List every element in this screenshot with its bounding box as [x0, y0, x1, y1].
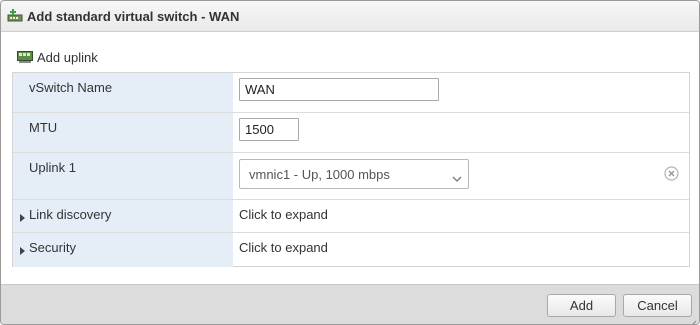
cancel-button[interactable]: Cancel	[623, 294, 692, 317]
add-uplink-label: Add uplink	[37, 49, 98, 65]
vswitch-name-input[interactable]	[239, 78, 439, 101]
vswitch-form: vSwitch Name MTU Uplink 1 vmnic1 - Up, 1…	[12, 72, 690, 267]
resize-grip-icon[interactable]	[689, 316, 697, 324]
row-uplink1: Uplink 1 vmnic1 - Up, 1000 mbps	[13, 153, 689, 200]
uplink1-select[interactable]: vmnic1 - Up, 1000 mbps	[239, 159, 469, 189]
link-discovery-expand[interactable]: Click to expand	[239, 207, 328, 222]
label-cell: Uplink 1	[13, 153, 233, 199]
label-cell: MTU	[13, 113, 233, 152]
clear-circle-icon[interactable]	[664, 166, 679, 181]
uplink1-label: Uplink 1	[29, 160, 76, 175]
mtu-input[interactable]	[239, 118, 299, 141]
security-expand[interactable]: Click to expand	[239, 240, 328, 255]
security-label: Security	[29, 240, 76, 255]
value-cell	[233, 113, 689, 152]
link-discovery-label: Link discovery	[29, 207, 112, 222]
caret-right-icon[interactable]	[20, 210, 26, 222]
row-security[interactable]: Security Click to expand	[13, 233, 689, 267]
add-button[interactable]: Add	[547, 294, 616, 317]
label-cell: vSwitch Name	[13, 73, 233, 112]
vswitch-add-icon	[7, 9, 23, 23]
uplink1-selected-value: vmnic1 - Up, 1000 mbps	[249, 167, 390, 182]
network-card-icon	[17, 50, 33, 64]
caret-right-icon[interactable]	[20, 243, 26, 255]
dialog-titlebar: Add standard virtual switch - WAN	[1, 1, 699, 32]
chevron-down-icon	[452, 171, 462, 182]
value-cell: Click to expand	[233, 233, 689, 267]
row-vswitch-name: vSwitch Name	[13, 73, 689, 113]
value-cell	[233, 73, 689, 112]
value-cell: vmnic1 - Up, 1000 mbps	[233, 153, 689, 199]
vswitch-name-label: vSwitch Name	[29, 80, 113, 95]
add-uplink-button[interactable]: Add uplink	[17, 48, 98, 66]
dialog-title: Add standard virtual switch - WAN	[27, 9, 240, 24]
label-cell: Security	[13, 233, 233, 267]
value-cell: Click to expand	[233, 200, 689, 232]
dialog-footer: Add Cancel	[1, 284, 699, 324]
label-cell: Link discovery	[13, 200, 233, 232]
mtu-label: MTU	[29, 120, 58, 135]
add-vswitch-dialog: Add standard virtual switch - WAN Add up…	[0, 0, 700, 325]
row-link-discovery[interactable]: Link discovery Click to expand	[13, 200, 689, 233]
row-mtu: MTU	[13, 113, 689, 153]
